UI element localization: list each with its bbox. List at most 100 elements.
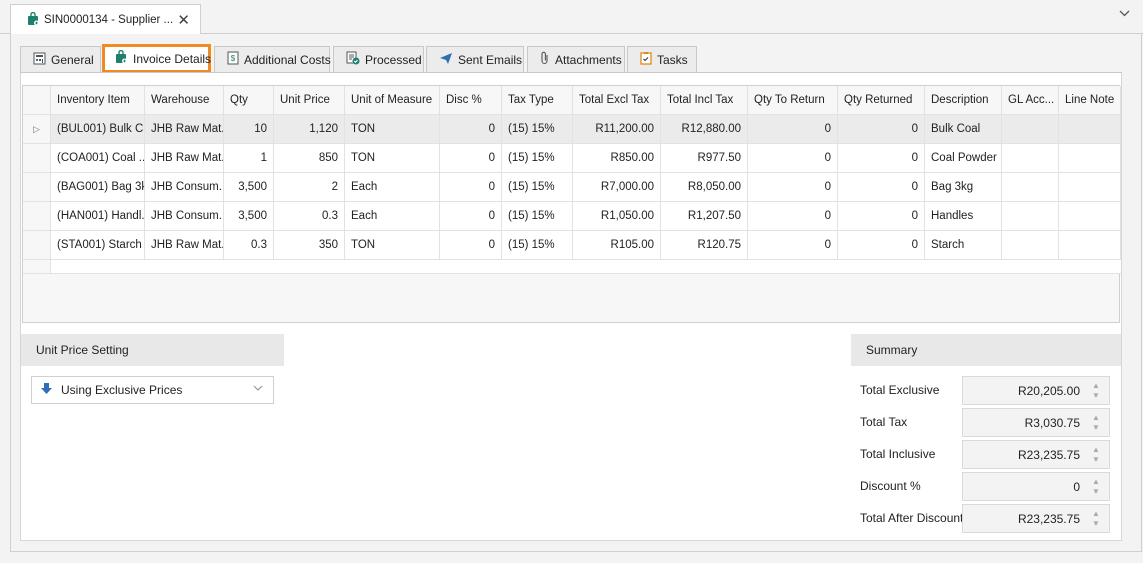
- cell-line-note[interactable]: [1059, 173, 1121, 202]
- column-header[interactable]: Description: [925, 86, 1002, 115]
- table-row[interactable]: (STA001) Starch JHB Raw Mat... 0.3 350 T…: [23, 231, 1121, 260]
- cell-tax-type[interactable]: (15) 15%: [502, 202, 573, 231]
- cell-tax-type[interactable]: (15) 15%: [502, 173, 573, 202]
- cell-gl-account[interactable]: [1002, 202, 1059, 231]
- cell-qty-to-return[interactable]: 0: [748, 231, 838, 260]
- total-exclusive-field[interactable]: R20,205.00 ▲ ▼: [962, 376, 1110, 405]
- cell-disc[interactable]: 0: [440, 173, 502, 202]
- cell-line-note[interactable]: [1059, 144, 1121, 173]
- close-icon[interactable]: ✕: [177, 11, 190, 29]
- spinner-icon[interactable]: ▲ ▼: [1089, 445, 1103, 465]
- cell-total-incl[interactable]: R977.50: [661, 144, 748, 173]
- spinner-icon[interactable]: ▲ ▼: [1089, 477, 1103, 497]
- spinner-icon[interactable]: ▲ ▼: [1089, 413, 1103, 433]
- cell-warehouse[interactable]: JHB Raw Mat...: [145, 115, 224, 144]
- table-row[interactable]: (BAG001) Bag 3kg JHB Consum... 3,500 2 E…: [23, 173, 1121, 202]
- column-header[interactable]: GL Acc...: [1002, 86, 1059, 115]
- cell-total-incl[interactable]: R8,050.00: [661, 173, 748, 202]
- chevron-down-icon[interactable]: [253, 384, 263, 395]
- cell-qty[interactable]: 3,500: [224, 202, 274, 231]
- cell-inventory-item[interactable]: (BUL001) Bulk C...: [51, 115, 145, 144]
- cell-uom[interactable]: Each: [345, 173, 440, 202]
- table-row[interactable]: (COA001) Coal ... JHB Raw Mat... 1 850 T…: [23, 144, 1121, 173]
- column-header[interactable]: Total Excl Tax: [573, 86, 661, 115]
- cell-disc[interactable]: 0: [440, 115, 502, 144]
- total-after-discount-field[interactable]: R23,235.75 ▲ ▼: [962, 504, 1110, 533]
- column-header[interactable]: Qty To Return: [748, 86, 838, 115]
- cell-unit-price[interactable]: 0.3: [274, 202, 345, 231]
- table-row[interactable]: ▷ (BUL001) Bulk C... JHB Raw Mat... 10 1…: [23, 115, 1121, 144]
- cell-line-note[interactable]: [1059, 231, 1121, 260]
- cell-uom[interactable]: TON: [345, 144, 440, 173]
- column-header[interactable]: Unit Price: [274, 86, 345, 115]
- cell-description[interactable]: Handles: [925, 202, 1002, 231]
- cell-warehouse[interactable]: JHB Raw Mat...: [145, 231, 224, 260]
- cell-warehouse[interactable]: JHB Consum...: [145, 202, 224, 231]
- cell-line-note[interactable]: [1059, 202, 1121, 231]
- cell-inventory-item[interactable]: (HAN001) Handl...: [51, 202, 145, 231]
- cell-total-incl[interactable]: R12,880.00: [661, 115, 748, 144]
- cell-qty[interactable]: 1: [224, 144, 274, 173]
- cell-gl-account[interactable]: [1002, 144, 1059, 173]
- cell-unit-price[interactable]: 350: [274, 231, 345, 260]
- total-inclusive-field[interactable]: R23,235.75 ▲ ▼: [962, 440, 1110, 469]
- cell-uom[interactable]: Each: [345, 202, 440, 231]
- cell-total-incl[interactable]: R1,207.50: [661, 202, 748, 231]
- tab-general[interactable]: General: [20, 46, 101, 72]
- cell-qty-to-return[interactable]: 0: [748, 173, 838, 202]
- column-header[interactable]: Warehouse: [145, 86, 224, 115]
- cell-unit-price[interactable]: 850: [274, 144, 345, 173]
- cell-tax-type[interactable]: (15) 15%: [502, 115, 573, 144]
- spinner-icon[interactable]: ▲ ▼: [1089, 509, 1103, 529]
- cell-uom[interactable]: TON: [345, 115, 440, 144]
- cell-qty-to-return[interactable]: 0: [748, 144, 838, 173]
- cell-qty-to-return[interactable]: 0: [748, 202, 838, 231]
- column-header[interactable]: Qty: [224, 86, 274, 115]
- cell-inventory-item[interactable]: (BAG001) Bag 3kg: [51, 173, 145, 202]
- cell-total-incl[interactable]: R120.75: [661, 231, 748, 260]
- new-item-row[interactable]: [23, 260, 1121, 274]
- column-header[interactable]: Total Incl Tax: [661, 86, 748, 115]
- cell-total-excl[interactable]: R1,050.00: [573, 202, 661, 231]
- cell-qty-returned[interactable]: 0: [838, 144, 925, 173]
- cell-warehouse[interactable]: JHB Consum...: [145, 173, 224, 202]
- tab-processed[interactable]: Processed: [333, 46, 424, 72]
- column-header[interactable]: Line Note: [1059, 86, 1121, 115]
- unit-price-setting-select[interactable]: Using Exclusive Prices: [31, 376, 274, 404]
- total-tax-field[interactable]: R3,030.75 ▲ ▼: [962, 408, 1110, 437]
- cell-description[interactable]: Starch: [925, 231, 1002, 260]
- cell-inventory-item[interactable]: (STA001) Starch: [51, 231, 145, 260]
- cell-qty[interactable]: 10: [224, 115, 274, 144]
- tab-tasks[interactable]: Tasks: [627, 46, 697, 72]
- cell-qty-to-return[interactable]: 0: [748, 115, 838, 144]
- cell-unit-price[interactable]: 1,120: [274, 115, 345, 144]
- cell-qty-returned[interactable]: 0: [838, 202, 925, 231]
- cell-tax-type[interactable]: (15) 15%: [502, 144, 573, 173]
- cell-qty-returned[interactable]: 0: [838, 173, 925, 202]
- cell-description[interactable]: Bulk Coal: [925, 115, 1002, 144]
- column-header[interactable]: Tax Type: [502, 86, 573, 115]
- cell-gl-account[interactable]: [1002, 173, 1059, 202]
- cell-qty[interactable]: 3,500: [224, 173, 274, 202]
- table-row[interactable]: (HAN001) Handl... JHB Consum... 3,500 0.…: [23, 202, 1121, 231]
- cell-description[interactable]: Bag 3kg: [925, 173, 1002, 202]
- cell-total-excl[interactable]: R850.00: [573, 144, 661, 173]
- cell-disc[interactable]: 0: [440, 144, 502, 173]
- cell-disc[interactable]: 0: [440, 202, 502, 231]
- cell-qty-returned[interactable]: 0: [838, 115, 925, 144]
- tab-additional-costs[interactable]: $ Additional Costs: [214, 46, 331, 72]
- cell-warehouse[interactable]: JHB Raw Mat...: [145, 144, 224, 173]
- cell-line-note[interactable]: [1059, 115, 1121, 144]
- cell-gl-account[interactable]: [1002, 231, 1059, 260]
- chevron-down-icon[interactable]: [1119, 8, 1130, 20]
- cell-uom[interactable]: TON: [345, 231, 440, 260]
- tab-sent-emails[interactable]: Sent Emails: [426, 46, 524, 72]
- cell-total-excl[interactable]: R105.00: [573, 231, 661, 260]
- cell-qty-returned[interactable]: 0: [838, 231, 925, 260]
- column-header[interactable]: Unit of Measure: [345, 86, 440, 115]
- tab-attachments[interactable]: Attachments: [527, 46, 625, 72]
- new-item-cell[interactable]: [51, 260, 1121, 274]
- cell-description[interactable]: Coal Powder: [925, 144, 1002, 173]
- cell-total-excl[interactable]: R7,000.00: [573, 173, 661, 202]
- document-tab[interactable]: SIN0000134 - Supplier ... ✕: [10, 4, 201, 35]
